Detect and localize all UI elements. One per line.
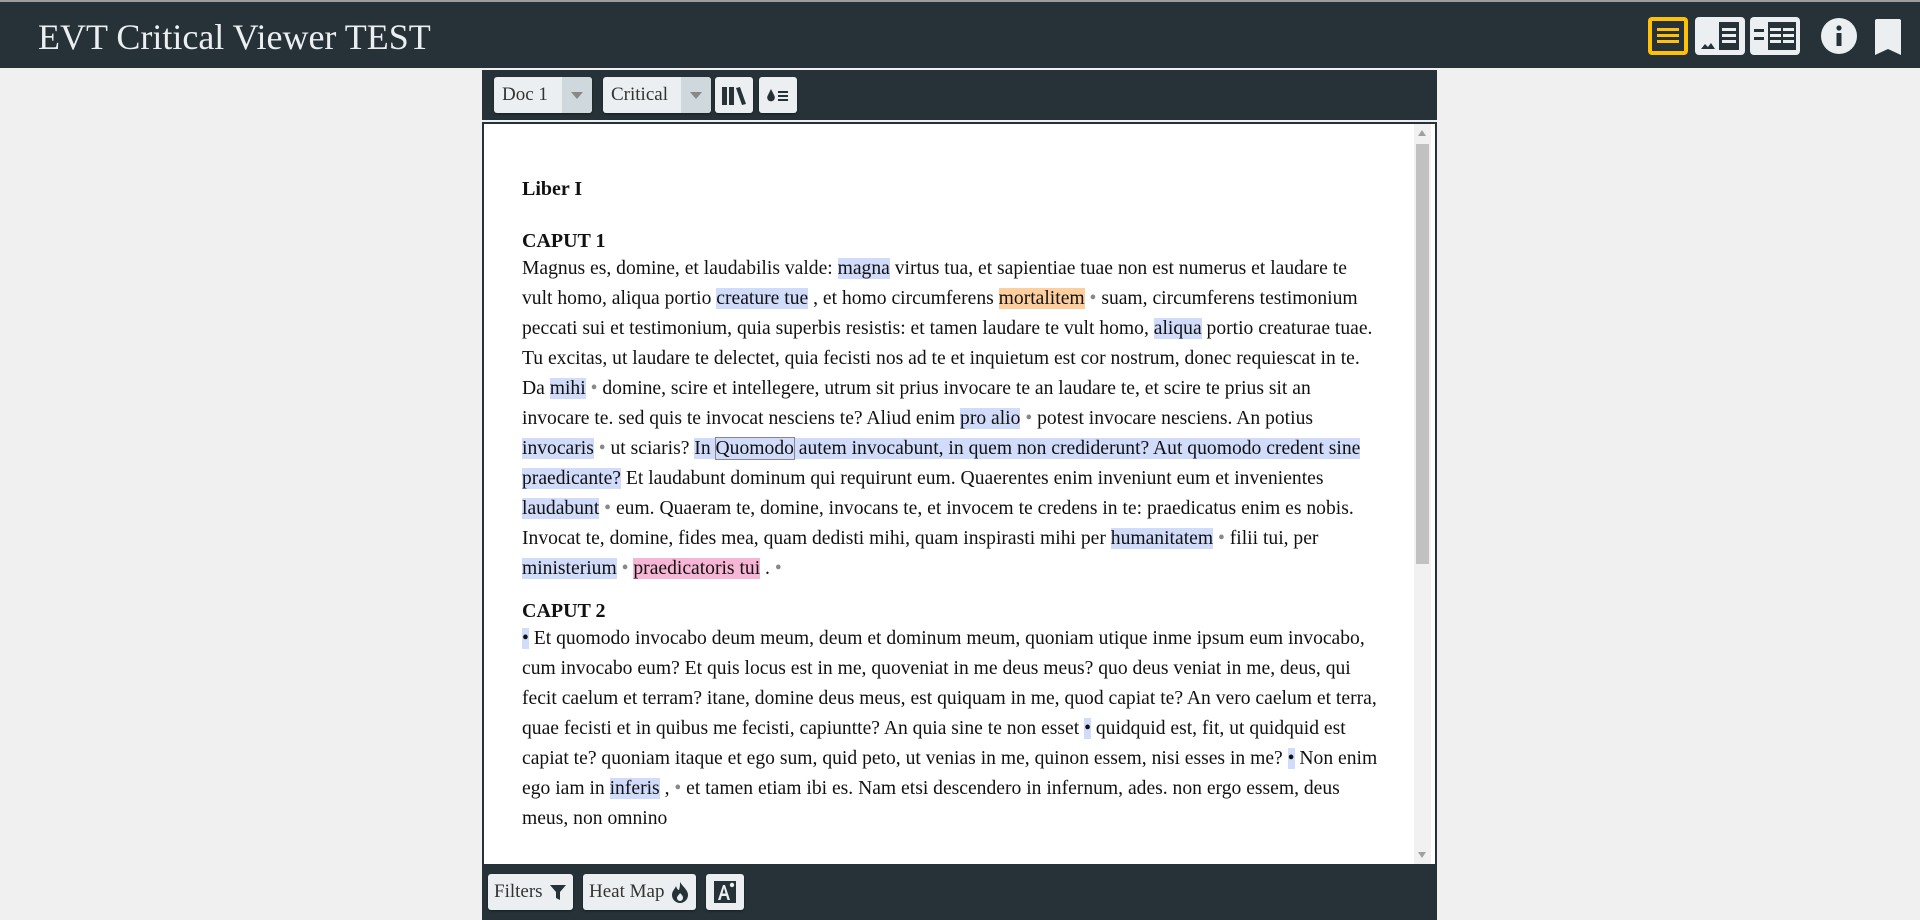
book-title: Liber I (522, 178, 583, 200)
chevron-down-icon (562, 77, 592, 113)
apparatus-marker[interactable]: • (594, 438, 611, 459)
edition-select[interactable]: Critical (603, 77, 711, 113)
text-segment: potest invocare nesciens. An potius (1037, 408, 1313, 429)
text-lines-icon (1652, 21, 1684, 51)
image-text-view-button[interactable] (1695, 17, 1745, 55)
variant-reading[interactable]: laudabunt (522, 498, 600, 519)
image-text-icon (1701, 22, 1739, 50)
app-title: EVT Critical Viewer TEST (38, 17, 431, 57)
variant-reading[interactable]: In (694, 438, 716, 459)
scroll-up-arrow-icon[interactable] (1418, 130, 1426, 136)
fire-icon (672, 882, 689, 903)
document-select[interactable]: Doc 1 (494, 77, 592, 113)
text-segment: ut sciaris? (610, 438, 695, 459)
bookmark-icon (1875, 19, 1901, 55)
apparatus-marker[interactable]: • (617, 558, 634, 579)
font-size-button[interactable] (706, 874, 744, 910)
books-icon (722, 87, 746, 105)
variant-reading[interactable]: mortalitem (998, 288, 1085, 309)
filters-button[interactable]: Filters (488, 874, 573, 910)
text-segment: Magnus es, domine, et laudabilis valde: (522, 258, 838, 279)
info-icon (1821, 18, 1857, 54)
text-text-icon (1754, 22, 1796, 50)
variant-reading[interactable]: invocaris (522, 438, 594, 459)
edition-text: Liber I CAPUT 1 Magnus es, domine, et lau… (522, 174, 1382, 834)
chapter-title: CAPUT 2 (522, 600, 606, 622)
variant-reading[interactable]: • (1287, 748, 1295, 769)
filters-label: Filters (494, 881, 543, 902)
variant-reading[interactable]: • (1084, 718, 1091, 739)
variant-reading[interactable]: magna (837, 258, 890, 279)
variant-reading[interactable]: • (522, 628, 529, 649)
chevron-down-icon (681, 77, 711, 113)
text-segment: , et homo circumferens (808, 288, 999, 309)
drop-list-icon (767, 89, 788, 102)
scrollbar[interactable] (1414, 124, 1431, 864)
text-segment: Et laudabunt dominum qui requirunt eum. … (620, 468, 1324, 489)
variant-reading[interactable]: praedicatoris tui (633, 558, 761, 579)
heat-map-label: Heat Map (589, 881, 665, 902)
text-segment: filii tui, per (1229, 528, 1319, 549)
chapter-text: • Et quomodo invocabo deum meum, deum et… (522, 624, 1382, 834)
text-text-view-button[interactable] (1750, 17, 1800, 55)
variant-reading[interactable]: humanitatem (1110, 528, 1214, 549)
font-size-icon (714, 881, 736, 903)
variant-reading[interactable]: ministerium (522, 558, 617, 579)
apparatus-marker[interactable]: • (1213, 528, 1230, 549)
chapter-title: CAPUT 1 (522, 230, 606, 252)
witnesses-button[interactable] (715, 77, 753, 113)
edition-select-value: Critical (611, 84, 668, 105)
panel-toolbar: Doc 1 Critical (482, 70, 1437, 122)
app-header: EVT Critical Viewer TEST (0, 0, 1920, 68)
text-segment: . (760, 558, 775, 579)
chapter-text: Magnus es, domine, et laudabilis valde: … (522, 254, 1382, 584)
variant-reading[interactable]: pro alio (960, 408, 1021, 429)
critical-text-panel: Doc 1 Critical Liber I CAPUT 1 Magnus es… (482, 70, 1437, 920)
scroll-down-arrow-icon[interactable] (1418, 852, 1426, 858)
heat-map-button[interactable]: Heat Map (583, 874, 697, 910)
apparatus-marker[interactable]: • (599, 498, 616, 519)
document-select-value: Doc 1 (502, 84, 548, 105)
info-button[interactable] (1820, 17, 1858, 55)
scroll-thumb[interactable] (1416, 144, 1429, 564)
text-view-button[interactable] (1648, 17, 1688, 55)
variant-reading[interactable]: Quomodo (714, 437, 795, 460)
panel-bottom-bar: Filters Heat Map (482, 864, 1437, 920)
text-content[interactable]: Liber I CAPUT 1 Magnus es, domine, et lau… (484, 124, 1435, 864)
apparatus-marker[interactable]: • (674, 778, 686, 799)
text-segment: , (659, 778, 675, 799)
variant-reading[interactable]: inferis (609, 778, 660, 799)
variant-reading[interactable]: creature tue (716, 288, 809, 309)
filter-icon (549, 885, 566, 900)
variant-reading[interactable]: mihi (549, 378, 586, 399)
apparatus-button[interactable] (759, 77, 797, 113)
apparatus-marker[interactable]: • (775, 558, 782, 579)
apparatus-marker[interactable]: • (1020, 408, 1037, 429)
bookmark-button[interactable] (1873, 17, 1903, 57)
variant-reading[interactable]: aliqua (1153, 318, 1202, 339)
apparatus-marker[interactable]: • (586, 378, 603, 399)
apparatus-marker[interactable]: • (1085, 288, 1102, 309)
